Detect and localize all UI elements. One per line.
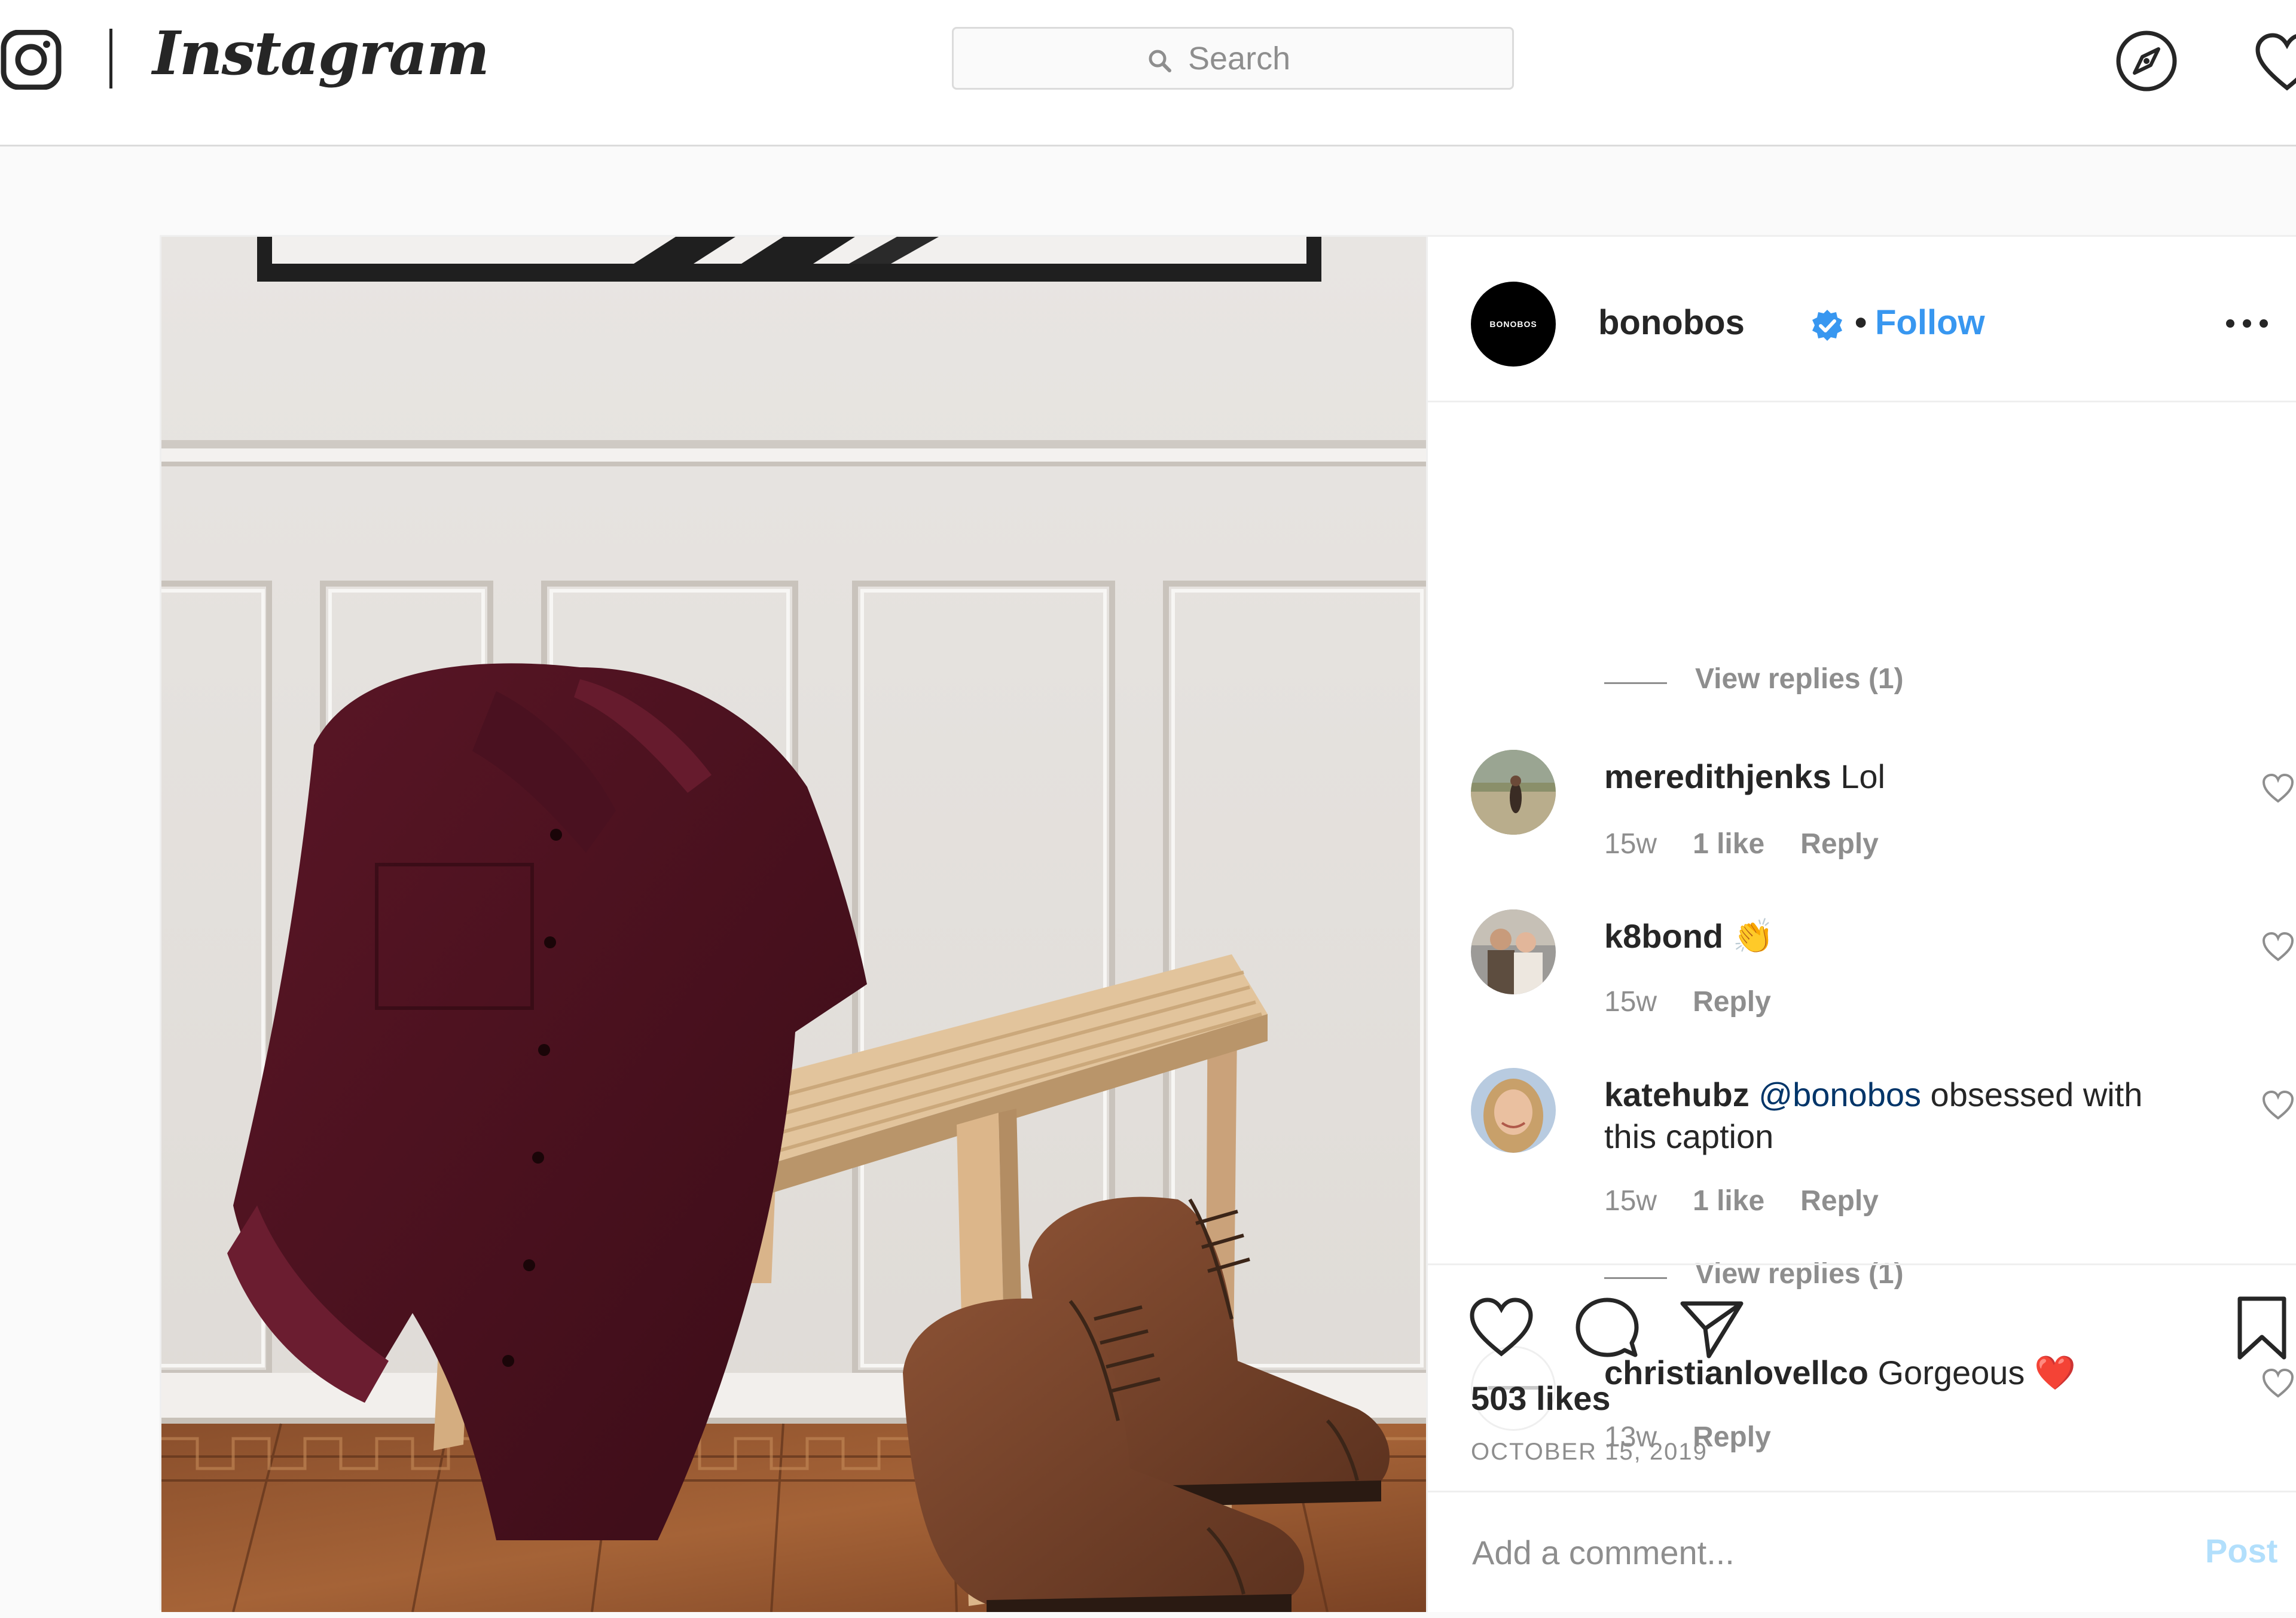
comment-input[interactable] [1471, 1519, 2158, 1585]
avatar[interactable] [1471, 909, 1556, 994]
comment-like-heart-icon[interactable] [2262, 1091, 2294, 1121]
save-bookmark-icon[interactable] [2229, 1295, 2295, 1361]
replies-divider [1604, 682, 1667, 684]
logo-divider [109, 29, 112, 88]
post-sidebar: BONOBOS bonobos • Follow View replies (1… [1426, 237, 2296, 1612]
search-box[interactable] [952, 27, 1514, 90]
likes-count[interactable]: 503 likes [1471, 1379, 1611, 1418]
comment-like-heart-icon[interactable] [2262, 932, 2294, 962]
follow-button[interactable]: Follow [1875, 303, 1985, 343]
share-send-icon[interactable] [1679, 1295, 1745, 1361]
comment-likes[interactable]: 1 like [1693, 1185, 1764, 1217]
add-comment-bar: Post [1428, 1491, 2296, 1612]
post-date[interactable]: OCTOBER 15, 2019 [1471, 1439, 1708, 1466]
comment-time[interactable]: 15w [1604, 1185, 1657, 1217]
avatar[interactable] [1471, 1068, 1556, 1153]
author-username[interactable]: bonobos [1598, 303, 1745, 343]
post-photo[interactable] [161, 237, 1426, 1612]
post-comment-button[interactable]: Post [2205, 1531, 2277, 1570]
comment-username[interactable]: k8bond [1604, 917, 1723, 955]
comment-body: 👏 [1732, 917, 1775, 955]
post-card: BONOBOS bonobos • Follow View replies (1… [160, 235, 2296, 1612]
instagram-wordmark[interactable]: Instagram [152, 18, 490, 88]
comment-username[interactable]: meredithjenks [1604, 758, 1831, 795]
comment-body: Lol [1840, 758, 1885, 795]
comment-meta: 15w 1 like Reply [1604, 1185, 1915, 1217]
comment-bubble-icon[interactable] [1574, 1295, 1640, 1361]
explore-compass-icon[interactable] [2114, 28, 2179, 94]
post-photo-illustration [161, 237, 1426, 1612]
view-replies-link[interactable]: View replies (1) [1695, 663, 1904, 695]
post-actions: 503 likes OCTOBER 15, 2019 [1428, 1263, 2296, 1491]
reply-button[interactable]: Reply [1800, 1185, 1879, 1217]
avatar[interactable] [1471, 750, 1556, 835]
comment-text: k8bond 👏 [1604, 915, 2178, 957]
activity-heart-icon[interactable] [2254, 33, 2296, 93]
more-options-icon[interactable] [2223, 315, 2271, 332]
comment-meta: 15w Reply [1604, 985, 1807, 1018]
reply-button[interactable]: Reply [1800, 828, 1879, 860]
comment-text: katehubz @bonobos obsessed with this cap… [1604, 1074, 2178, 1158]
like-heart-icon[interactable] [1468, 1295, 1534, 1361]
comment-like-heart-icon[interactable] [2262, 774, 2294, 804]
comment-time[interactable]: 15w [1604, 828, 1657, 860]
instagram-camera-icon[interactable] [0, 30, 66, 90]
top-navigation: Instagram [0, 0, 2296, 146]
comment-time[interactable]: 15w [1604, 986, 1657, 1018]
author-avatar[interactable]: BONOBOS [1471, 282, 1556, 367]
post-header: BONOBOS bonobos • Follow [1428, 237, 2296, 402]
reply-button[interactable]: Reply [1693, 986, 1771, 1018]
search-input[interactable] [1187, 35, 1498, 83]
header-separator: • [1855, 303, 1867, 342]
comment-likes[interactable]: 1 like [1693, 828, 1764, 860]
verified-badge-icon [1812, 310, 1842, 341]
comment-text: meredithjenks Lol [1604, 756, 2178, 798]
comment-mention[interactable]: @bonobos [1758, 1076, 1921, 1113]
search-icon [1149, 50, 1171, 72]
comment-meta: 15w 1 like Reply [1604, 828, 1915, 860]
comment-username[interactable]: katehubz [1604, 1076, 1750, 1113]
